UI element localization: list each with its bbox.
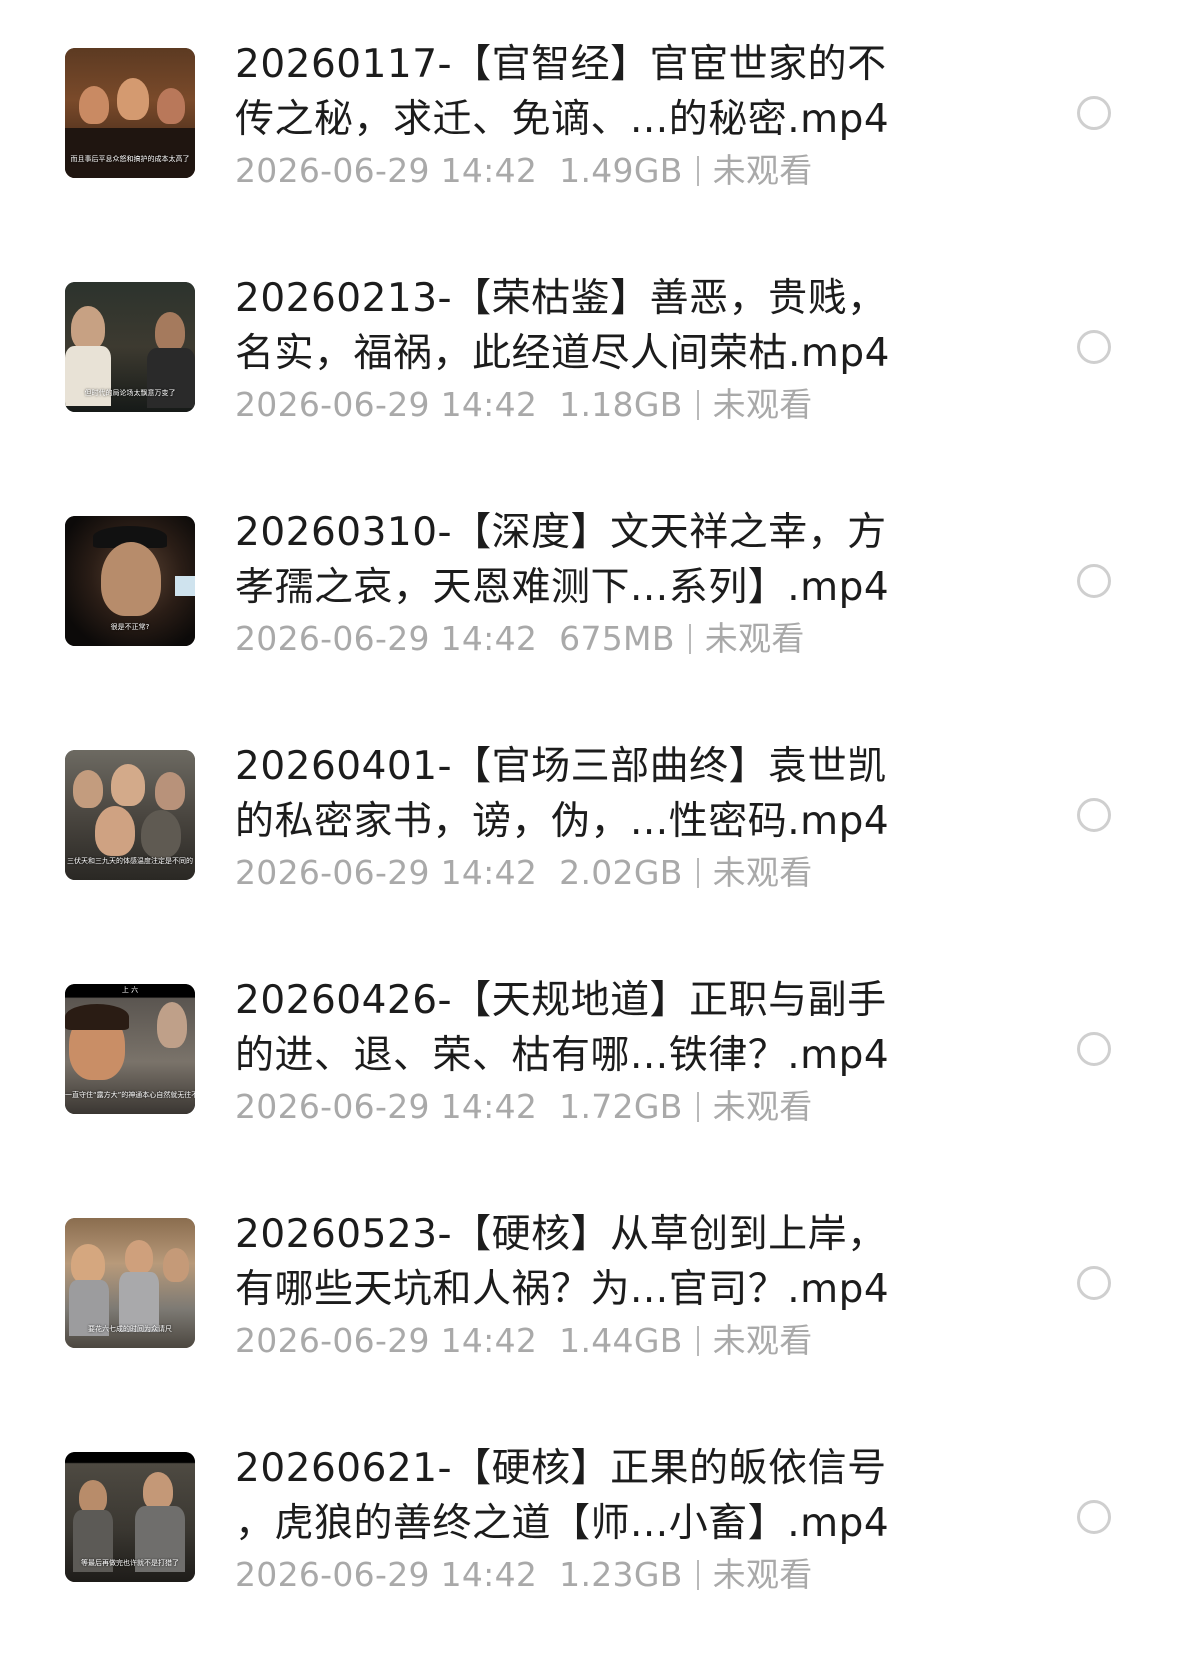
watch-status: 未观看: [712, 385, 813, 424]
file-date: 2026-06-29 14:42: [235, 385, 538, 424]
file-size: 1.23GB: [559, 1555, 683, 1594]
file-title: 20260310-【深度】文天祥之幸，方 孝孺之哀，天恩难测下...系列】.mp…: [235, 510, 890, 610]
file-size: 675MB: [559, 619, 675, 658]
watch-status: 未观看: [712, 1321, 813, 1360]
thumbnail-caption: 而且事后平息众怒和搞护的成本太高了: [70, 155, 190, 163]
radio-circle-icon[interactable]: [1077, 1266, 1111, 1300]
file-row[interactable]: 要花六七成的时间为众请尺 20260523-【硬核】从草创到上岸， 有哪些天坑和…: [0, 1170, 1200, 1404]
file-date: 2026-06-29 14:42: [235, 619, 538, 658]
radio-circle-icon[interactable]: [1077, 96, 1111, 130]
meta-divider: [696, 1092, 699, 1122]
watch-status: 未观看: [712, 1555, 813, 1594]
file-meta: 2026-06-29 14:42 1.44GB 未观看: [235, 1319, 813, 1363]
meta-divider: [696, 858, 699, 888]
file-meta: 2026-06-29 14:42 1.18GB 未观看: [235, 383, 813, 427]
file-row[interactable]: 而且事后平息众怒和搞护的成本太高了 20260117-【官智经】官宦世家的不 传…: [0, 0, 1200, 234]
file-date: 2026-06-29 14:42: [235, 151, 538, 190]
file-title: 20260426-【天规地道】正职与副手 的进、退、荣、枯有哪...铁律？.mp…: [235, 978, 890, 1078]
video-thumbnail: 要花六七成的时间为众请尺: [65, 1218, 195, 1348]
file-date: 2026-06-29 14:42: [235, 853, 538, 892]
file-meta: 2026-06-29 14:42 675MB 未观看: [235, 617, 805, 661]
meta-divider: [696, 1326, 699, 1356]
file-size: 1.44GB: [559, 1321, 683, 1360]
thumbnail-caption: 三伏天和三九天的体感温度注定是不同的: [67, 857, 193, 865]
video-thumbnail: 很是不正常?: [65, 516, 195, 646]
video-thumbnail: 三伏天和三九天的体感温度注定是不同的: [65, 750, 195, 880]
video-file-list: 而且事后平息众怒和搞护的成本太高了 20260117-【官智经】官宦世家的不 传…: [0, 0, 1200, 1656]
video-thumbnail: 上 六 一直守住“露方大”的神通本心自然就无往不: [65, 984, 195, 1114]
file-date: 2026-06-29 14:42: [235, 1321, 538, 1360]
thumbnail-caption: 很是不正常?: [110, 623, 150, 631]
thumbnail-top-label: 上 六: [121, 986, 139, 994]
file-meta: 2026-06-29 14:42 1.23GB 未观看: [235, 1553, 813, 1597]
radio-circle-icon[interactable]: [1077, 1032, 1111, 1066]
file-title: 20260621-【硬核】正果的皈依信号 ，虎狼的善终之道【师...小畜】.mp…: [235, 1446, 890, 1546]
watch-status: 未观看: [712, 853, 813, 892]
radio-circle-icon[interactable]: [1077, 330, 1111, 364]
file-title: 20260523-【硬核】从草创到上岸， 有哪些天坑和人祸？为...官司？.mp…: [235, 1212, 890, 1312]
video-thumbnail: 等最后再做完也许就不是打猎了: [65, 1452, 195, 1582]
video-thumbnail: 但时代的局论场太飘意万变了: [65, 282, 195, 412]
file-title: 20260117-【官智经】官宦世家的不 传之秘，求迁、免谪、...的秘密.mp…: [235, 42, 890, 142]
file-row[interactable]: 上 六 一直守住“露方大”的神通本心自然就无往不 20260426-【天规地道】…: [0, 936, 1200, 1170]
watch-status: 未观看: [704, 619, 805, 658]
radio-circle-icon[interactable]: [1077, 1500, 1111, 1534]
watch-status: 未观看: [712, 151, 813, 190]
meta-divider: [696, 156, 699, 186]
file-size: 2.02GB: [559, 853, 683, 892]
file-row[interactable]: 三伏天和三九天的体感温度注定是不同的 20260401-【官场三部曲终】袁世凯 …: [0, 702, 1200, 936]
radio-circle-icon[interactable]: [1077, 564, 1111, 598]
file-date: 2026-06-29 14:42: [235, 1555, 538, 1594]
video-thumbnail: 而且事后平息众怒和搞护的成本太高了: [65, 48, 195, 178]
radio-circle-icon[interactable]: [1077, 798, 1111, 832]
thumbnail-caption: 一直守住“露方大”的神通本心自然就无往不: [65, 1091, 195, 1099]
thumbnail-caption: 等最后再做完也许就不是打猎了: [81, 1559, 179, 1567]
file-row[interactable]: 很是不正常? 20260310-【深度】文天祥之幸，方 孝孺之哀，天恩难测下..…: [0, 468, 1200, 702]
file-size: 1.72GB: [559, 1087, 683, 1126]
file-meta: 2026-06-29 14:42 1.72GB 未观看: [235, 1085, 813, 1129]
thumbnail-caption: 要花六七成的时间为众请尺: [88, 1325, 172, 1333]
file-meta: 2026-06-29 14:42 1.49GB 未观看: [235, 149, 813, 193]
file-title: 20260213-【荣枯鉴】善恶，贵贱， 名实，福祸，此经道尽人间荣枯.mp4: [235, 276, 890, 376]
meta-divider: [688, 624, 691, 654]
file-row[interactable]: 但时代的局论场太飘意万变了 20260213-【荣枯鉴】善恶，贵贱， 名实，福祸…: [0, 234, 1200, 468]
file-date: 2026-06-29 14:42: [235, 1087, 538, 1126]
meta-divider: [696, 390, 699, 420]
file-title: 20260401-【官场三部曲终】袁世凯 的私密家书，谤，伪，...性密码.mp…: [235, 744, 890, 844]
file-size: 1.18GB: [559, 385, 683, 424]
file-size: 1.49GB: [559, 151, 683, 190]
watch-status: 未观看: [712, 1087, 813, 1126]
file-meta: 2026-06-29 14:42 2.02GB 未观看: [235, 851, 813, 895]
meta-divider: [696, 1560, 699, 1590]
file-row[interactable]: 等最后再做完也许就不是打猎了 20260621-【硬核】正果的皈依信号 ，虎狼的…: [0, 1404, 1200, 1638]
thumbnail-caption: 但时代的局论场太飘意万变了: [84, 389, 176, 397]
